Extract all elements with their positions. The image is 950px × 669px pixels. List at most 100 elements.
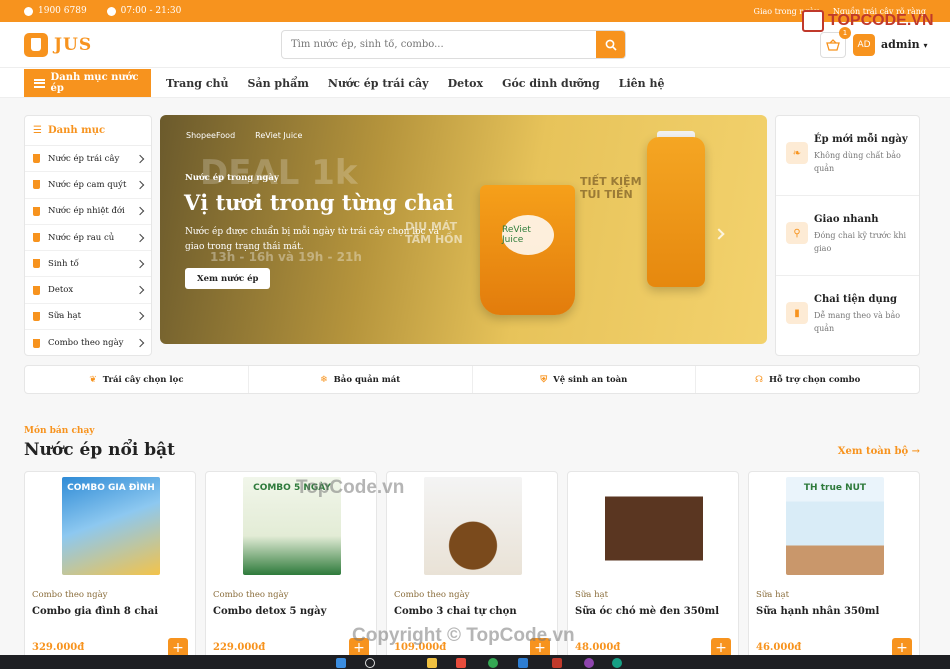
- browser-icon[interactable]: [488, 658, 498, 668]
- feature-title: Giao nhanh: [814, 214, 879, 225]
- chevron-right-icon: [135, 285, 145, 295]
- feature-bottle: ▮ Chai tiện dụng Dễ mang theo và bảo quả…: [776, 276, 919, 356]
- reviet-juice-logo: ReViet Juice: [255, 131, 303, 140]
- nav-link-home[interactable]: Trang chủ: [166, 77, 229, 90]
- app-icon[interactable]: [456, 658, 466, 668]
- app-icon[interactable]: [584, 658, 594, 668]
- nav-link-fruit-juice[interactable]: Nước ép trái cây: [328, 77, 429, 90]
- benefit-fruit: ❦ Trái cây chọn lọc: [25, 366, 249, 393]
- juice-bottle-image: [647, 137, 705, 287]
- sidebar-item-label: Nước ép rau củ: [48, 232, 115, 243]
- features-panel: ❧ Ép mới mỗi ngày Không dùng chất bảo qu…: [775, 115, 920, 356]
- avatar[interactable]: AD: [853, 34, 875, 56]
- windows-start-icon[interactable]: [336, 658, 346, 668]
- search-button[interactable]: [596, 31, 625, 58]
- sidebar-item-daily-combo[interactable]: Combo theo ngày: [25, 330, 151, 356]
- headset-icon: ☊: [754, 374, 763, 385]
- product-category: Sữa hạt: [756, 590, 790, 600]
- nav-links: Trang chủ Sản phẩm Nước ép trái cây Deto…: [166, 68, 665, 99]
- nav-link-contact[interactable]: Liên hệ: [619, 77, 665, 90]
- sidebar-item-label: Nước ép nhiệt đới: [48, 206, 125, 217]
- product-name[interactable]: Sữa hạnh nhân 350ml: [756, 606, 879, 617]
- leaf-icon: ❧: [786, 142, 808, 164]
- sidebar-item-tropical-juice[interactable]: Nước ép nhiệt đới: [25, 199, 151, 225]
- sidebar-item-citrus-juice[interactable]: Nước ép cam quýt: [25, 172, 151, 199]
- sprout-icon: ❦: [89, 374, 97, 385]
- product-card[interactable]: TH true NUT Sữa hạt Sữa hạnh nhân 350ml …: [748, 471, 920, 669]
- cup-icon: [33, 338, 40, 348]
- product-image-text: COMBO GIA ĐÌNH: [67, 483, 155, 493]
- juice-cup-icon: [24, 32, 48, 57]
- hero-tag: Nước ép trong ngày: [185, 173, 279, 183]
- product-price: 329.000đ: [32, 642, 85, 653]
- product-image[interactable]: TH true NUT: [786, 477, 884, 575]
- search-input[interactable]: [282, 31, 596, 58]
- product-image[interactable]: [424, 477, 522, 575]
- product-card[interactable]: COMBO GIA ĐÌNH Combo theo ngày Combo gia…: [24, 471, 196, 669]
- product-category: Combo theo ngày: [213, 590, 289, 600]
- sidebar-header: ☰ Danh mục: [25, 116, 151, 146]
- category-sidebar: ☰ Danh mục Nước ép trái cây Nước ép cam …: [24, 115, 152, 356]
- search-icon: [605, 39, 617, 51]
- sidebar-item-label: Sinh tố: [48, 258, 79, 269]
- category-menu-label: Danh mục nước ép: [50, 72, 139, 94]
- section-title: Nước ép nổi bật: [24, 440, 175, 460]
- cup-brand-label: ReViet Juice: [502, 215, 554, 255]
- sidebar-item-detox[interactable]: Detox: [25, 277, 151, 304]
- product-image[interactable]: [605, 477, 703, 575]
- feature-delivery: ⚲ Giao nhanh Đóng chai kỹ trước khi giao: [776, 196, 919, 276]
- snowflake-icon: ❄: [320, 374, 328, 385]
- product-name[interactable]: Combo 3 chai tự chọn: [394, 606, 517, 617]
- sidebar-item-label: Sữa hạt: [48, 311, 82, 322]
- watermark-logo-icon: [802, 10, 824, 32]
- user-menu[interactable]: admin ▾: [881, 38, 928, 51]
- hero-banner: ShopeeFood ReViet Juice DEAL 1k TIẾT KIỆ…: [160, 115, 767, 344]
- logo-text: JUS: [54, 34, 93, 55]
- basket-icon: [826, 39, 840, 51]
- app-icon[interactable]: [552, 658, 562, 668]
- product-image-text: TH true NUT: [803, 483, 867, 493]
- chevron-right-icon: [135, 206, 145, 216]
- chevron-right-icon: [135, 259, 145, 269]
- sidebar-item-vegetable-juice[interactable]: Nước ép rau củ: [25, 225, 151, 252]
- sidebar-item-smoothie[interactable]: Sinh tố: [25, 251, 151, 278]
- product-name[interactable]: Combo detox 5 ngày: [213, 606, 326, 617]
- chevron-right-icon: [135, 338, 145, 348]
- category-menu-button[interactable]: Danh mục nước ép: [24, 69, 151, 97]
- user-name: admin: [881, 38, 920, 51]
- chevron-right-icon: [135, 180, 145, 190]
- product-card[interactable]: Sữa hạt Sữa óc chó mè đen 350ml 48.000đ …: [567, 471, 739, 669]
- product-name[interactable]: Combo gia đình 8 chai: [32, 606, 158, 617]
- feature-fresh: ❧ Ép mới mỗi ngày Không dùng chất bảo qu…: [776, 116, 919, 196]
- shopeefood-logo: ShopeeFood: [186, 131, 236, 140]
- product-category: Combo theo ngày: [394, 590, 470, 600]
- cup-icon: [33, 259, 40, 269]
- benefits-strip: ❦ Trái cây chọn lọc ❄ Bảo quản mát ⛨ Vệ sin…: [24, 365, 920, 394]
- sidebar-item-fruit-juice[interactable]: Nước ép trái cây: [25, 146, 151, 173]
- product-name[interactable]: Sữa óc chó mè đen 350ml: [575, 606, 719, 617]
- view-juice-button[interactable]: Xem nước ép: [185, 268, 271, 289]
- cart-button[interactable]: 1: [820, 27, 851, 58]
- sidebar-item-nut-milk[interactable]: Sữa hạt: [25, 304, 151, 331]
- nav-link-products[interactable]: Sản phẩm: [248, 77, 309, 90]
- app-icon[interactable]: [612, 658, 622, 668]
- chevron-right-icon: [135, 312, 145, 321]
- nav-link-nutrition[interactable]: Góc dinh dưỡng: [502, 77, 600, 90]
- nav-link-detox[interactable]: Detox: [448, 77, 484, 90]
- see-all-link[interactable]: Xem toàn bộ →: [838, 446, 920, 457]
- hamburger-icon: [34, 78, 45, 88]
- product-category: Sữa hạt: [575, 590, 609, 600]
- carousel-next-icon[interactable]: [713, 228, 725, 240]
- site-logo[interactable]: JUS: [24, 32, 93, 57]
- clock-icon: [106, 6, 116, 16]
- search-icon[interactable]: [365, 658, 375, 668]
- folder-icon[interactable]: [427, 658, 437, 668]
- chevron-right-icon: [135, 154, 145, 163]
- chevron-right-icon: [135, 233, 145, 242]
- hours-info: 07:00 - 21:30: [106, 6, 181, 16]
- product-image[interactable]: COMBO GIA ĐÌNH: [62, 477, 160, 575]
- code-editor-icon[interactable]: [518, 658, 528, 668]
- product-category: Combo theo ngày: [32, 590, 108, 600]
- feature-desc: Dễ mang theo và bảo quản: [814, 311, 901, 333]
- phone-icon: [24, 6, 33, 16]
